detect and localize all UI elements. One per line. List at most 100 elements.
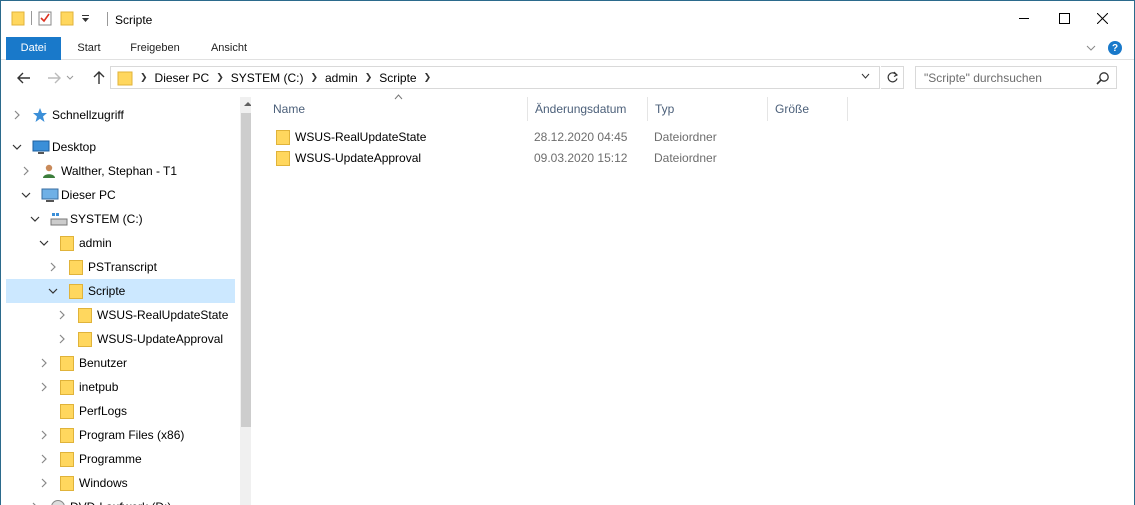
tree-item-admin[interactable]: admin — [6, 231, 235, 255]
recent-locations-button[interactable] — [63, 67, 77, 89]
tree-item-label: PSTranscript — [88, 260, 157, 274]
title-bar: Scripte — [1, 1, 1134, 35]
file-type: Dateiordner — [654, 130, 717, 144]
chevron-right-icon[interactable]: ❯ — [365, 72, 373, 83]
tree-item-scripte[interactable]: Scripte — [6, 279, 235, 303]
tree-item-label: Dieser PC — [61, 188, 116, 202]
breadcrumb-admin[interactable]: admin — [325, 71, 358, 85]
tree-item-pstranscript[interactable]: PSTranscript — [6, 255, 235, 279]
chevron-down-icon[interactable] — [10, 140, 24, 154]
folder-icon — [59, 451, 75, 467]
chevron-right-icon[interactable]: ❯ — [310, 72, 318, 83]
tree-item-desktop[interactable]: Desktop — [6, 135, 235, 159]
arrow-right-icon — [48, 72, 61, 84]
tree-item-label: Windows — [79, 476, 128, 490]
file-type: Dateiordner — [654, 151, 717, 165]
navigation-pane[interactable]: DVD-Laufwerk (D:) Windows Programme Program… — [6, 97, 251, 505]
breadcrumb-dieser-pc[interactable]: Dieser PC — [155, 71, 210, 85]
up-button[interactable] — [88, 67, 110, 89]
help-icon[interactable]: ? — [1108, 41, 1122, 55]
tree-item-system-c[interactable]: SYSTEM (C:) — [6, 207, 235, 231]
folder-icon — [276, 151, 290, 166]
tree-item-label: Programme — [79, 452, 142, 466]
tree-item-wsus-updateapproval[interactable]: WSUS-UpdateApproval — [6, 327, 235, 351]
tree-item-dieser-pc[interactable]: Dieser PC — [6, 183, 235, 207]
refresh-button[interactable] — [881, 66, 904, 89]
column-header-type[interactable]: Typ — [647, 97, 767, 121]
chevron-down-icon[interactable] — [28, 212, 42, 226]
breadcrumb-scripte[interactable]: Scripte — [379, 71, 416, 85]
tab-start[interactable]: Start — [71, 37, 107, 60]
chevron-right-icon[interactable] — [37, 428, 51, 442]
breadcrumb-system-c[interactable]: SYSTEM (C:) — [231, 71, 304, 85]
file-list[interactable]: Name Änderungsdatum Typ Größe WSUS-RealU… — [253, 94, 1134, 505]
column-header-date[interactable]: Änderungsdatum — [527, 97, 647, 121]
chevron-down-icon[interactable] — [1086, 44, 1096, 52]
back-button[interactable] — [13, 67, 35, 89]
address-history-dropdown[interactable] — [861, 72, 870, 81]
chevron-right-icon[interactable] — [55, 332, 69, 346]
tree-item-dvd-laufwerk-d[interactable]: DVD-Laufwerk (D:) — [6, 495, 235, 505]
search-input[interactable] — [924, 70, 1094, 85]
tree-item-benutzer[interactable]: Benutzer — [6, 351, 235, 375]
chevron-right-icon[interactable] — [19, 164, 33, 178]
tab-ansicht[interactable]: Ansicht — [203, 37, 255, 60]
tree-item-label: Walther, Stephan - T1 — [61, 164, 178, 178]
chevron-right-icon[interactable] — [46, 260, 60, 274]
tab-datei[interactable]: Datei — [6, 37, 61, 60]
folder-icon[interactable] — [11, 10, 25, 26]
chevron-right-icon[interactable]: ❯ — [140, 72, 148, 83]
column-header-size[interactable]: Größe — [767, 97, 847, 121]
folder-icon — [68, 259, 84, 275]
maximize-icon — [1058, 12, 1070, 24]
tree-item-program-files-x86[interactable]: Program Files (x86) — [6, 423, 235, 447]
nav-pane-scrollbar[interactable] — [240, 97, 251, 505]
folder-icon — [59, 427, 75, 443]
properties-icon[interactable] — [38, 10, 52, 26]
search-icon[interactable] — [1096, 71, 1110, 85]
tree-item-perflogs[interactable]: PerfLogs — [6, 399, 235, 423]
forward-button[interactable] — [43, 67, 65, 89]
chevron-right-icon[interactable] — [28, 500, 42, 505]
tree-item-schnellzugriff[interactable]: Schnellzugriff — [6, 103, 235, 127]
tree-item-label: DVD-Laufwerk (D:) — [70, 500, 171, 505]
search-box[interactable] — [915, 66, 1117, 89]
tree-item-inetpub[interactable]: inetpub — [6, 375, 235, 399]
chevron-right-icon[interactable] — [37, 356, 51, 370]
tab-freigeben[interactable]: Freigeben — [123, 37, 187, 60]
file-row[interactable]: WSUS-UpdateApproval 09.03.2020 15:12 Datei… — [273, 148, 873, 168]
chevron-down-icon[interactable] — [19, 188, 33, 202]
tree-item-programme[interactable]: Programme — [6, 447, 235, 471]
chevron-right-icon[interactable] — [37, 476, 51, 490]
chevron-right-icon[interactable] — [55, 308, 69, 322]
user-icon — [41, 163, 57, 179]
chevron-down-icon — [66, 75, 74, 80]
tree-item-label: Program Files (x86) — [79, 428, 185, 442]
column-separator[interactable] — [847, 97, 848, 121]
quick-access-toolbar — [11, 10, 90, 26]
tree-item-wsus-realupdatestate[interactable]: WSUS-RealUpdateState — [6, 303, 235, 327]
chevron-right-icon[interactable]: ❯ — [216, 72, 224, 83]
address-bar[interactable]: ❯ Dieser PC ❯ SYSTEM (C:) ❯ admin ❯ Scri… — [110, 66, 880, 89]
dvd-icon — [50, 499, 66, 505]
chevron-right-icon[interactable] — [37, 452, 51, 466]
chevron-right-icon[interactable] — [37, 380, 51, 394]
minimize-button[interactable] — [1004, 1, 1044, 35]
ribbon-right-controls: ? — [1086, 41, 1122, 55]
scroll-up-icon[interactable] — [244, 101, 251, 107]
new-folder-icon[interactable] — [60, 10, 74, 26]
file-row[interactable]: WSUS-RealUpdateState 28.12.2020 04:45 Date… — [273, 127, 873, 147]
folder-icon — [77, 307, 93, 323]
file-name: WSUS-UpdateApproval — [295, 151, 422, 165]
maximize-button[interactable] — [1044, 1, 1084, 35]
scrollbar-thumb[interactable] — [241, 113, 251, 427]
qat-customize-icon[interactable] — [80, 11, 90, 25]
chevron-right-icon[interactable]: ❯ — [424, 72, 432, 83]
tree-item-walther-stephan-t1[interactable]: Walther, Stephan - T1 — [6, 159, 235, 183]
chevron-right-icon[interactable] — [10, 108, 24, 122]
tree-item-windows[interactable]: Windows — [6, 471, 235, 495]
close-button[interactable] — [1082, 1, 1122, 35]
column-header-name[interactable]: Name — [265, 97, 527, 121]
chevron-down-icon[interactable] — [37, 236, 51, 250]
chevron-down-icon[interactable] — [46, 284, 60, 298]
